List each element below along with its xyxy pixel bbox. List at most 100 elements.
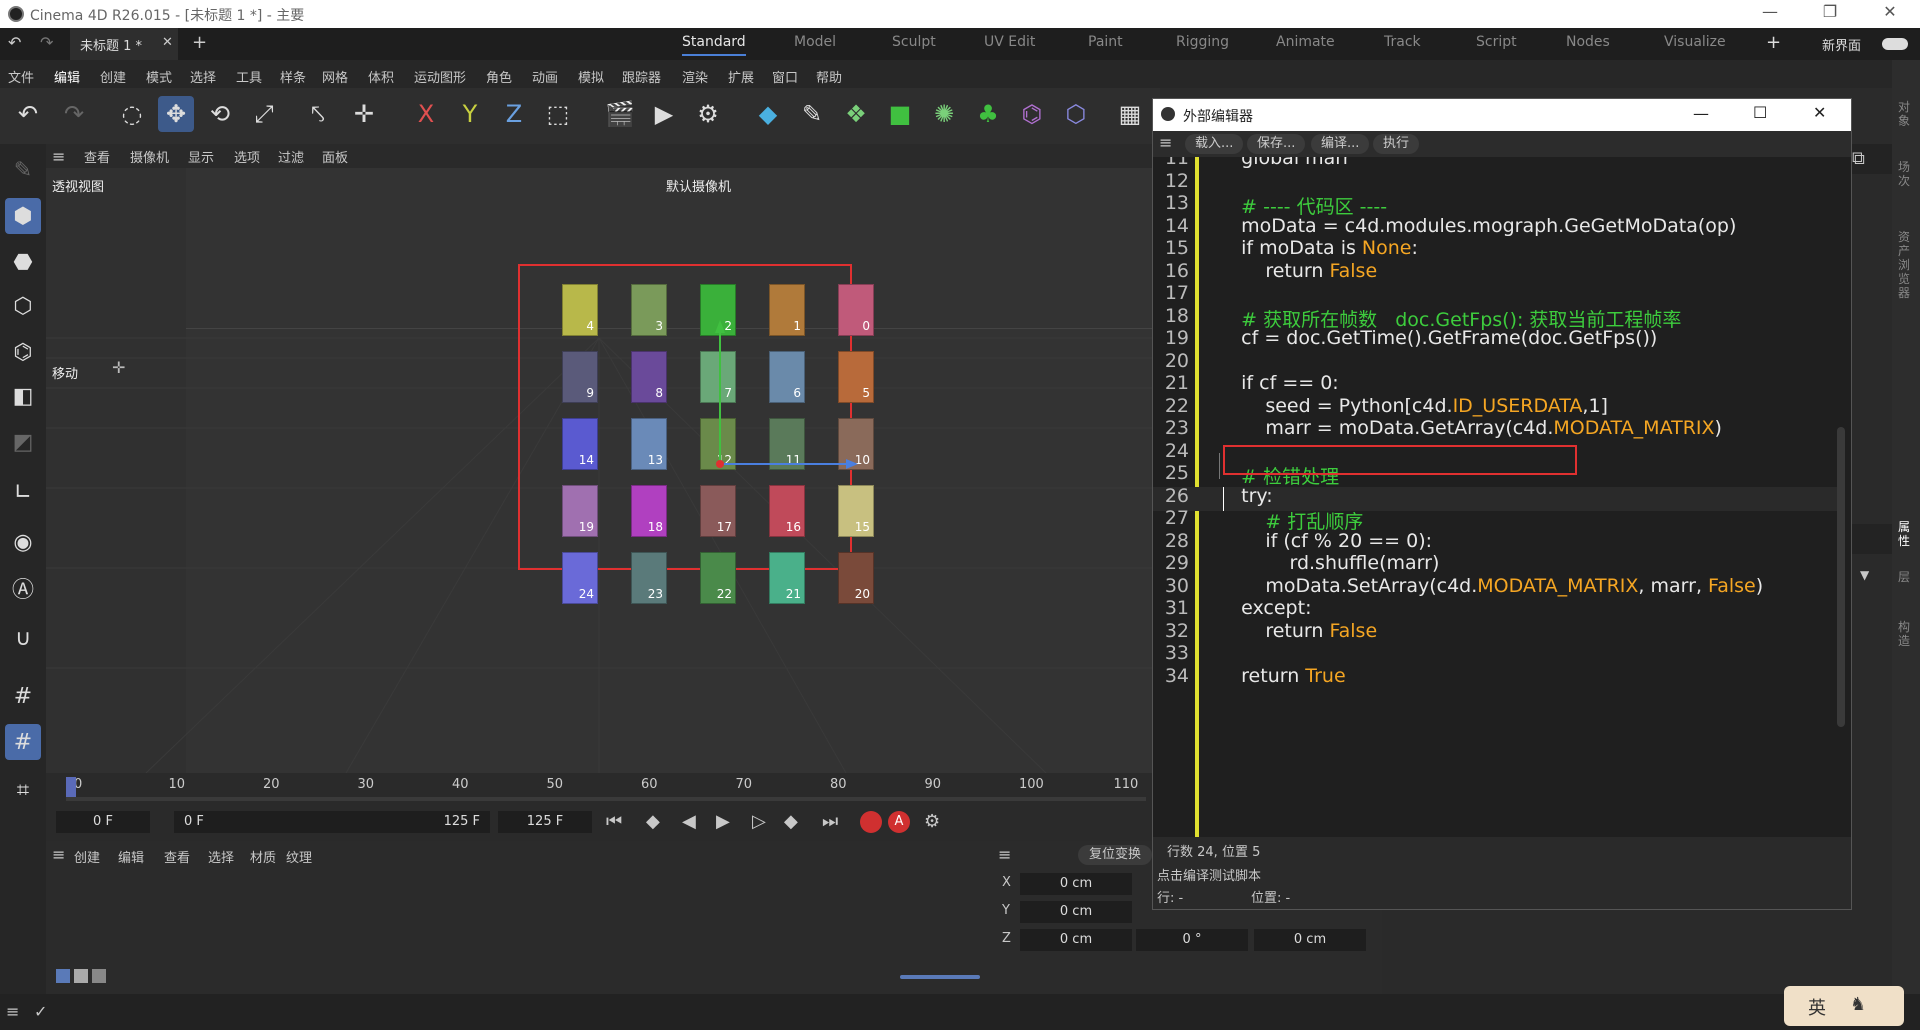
field-icon[interactable]: ⬡	[1058, 96, 1094, 132]
grid-view-icon[interactable]	[74, 969, 88, 983]
close-tab-icon[interactable]: ✕	[162, 35, 173, 50]
layout-tab-paint[interactable]: Paint	[1088, 34, 1123, 50]
layout-tab-script[interactable]: Script	[1476, 34, 1517, 50]
autokey-icon[interactable]: A	[888, 811, 910, 833]
subdivision-icon[interactable]: ❖	[838, 96, 874, 132]
edit-mode-icon[interactable]: ✎	[5, 152, 41, 188]
hamburger-icon[interactable]: ≡	[52, 147, 65, 166]
go-to-start-icon[interactable]: ⏮	[606, 811, 622, 832]
menu-item-17[interactable]: 帮助	[816, 67, 842, 86]
layout-tab-standard[interactable]: Standard	[682, 34, 746, 56]
layout-tab-sculpt[interactable]: Sculpt	[892, 34, 936, 50]
playhead[interactable]	[66, 777, 76, 797]
perspective-viewport[interactable]: 透视视图 默认摄像机 移动 ✛ 4 9 14 19 24 3 8 13 18 23 2 7 12 17 22…	[46, 168, 1152, 773]
cloner-icon[interactable]: ✺	[926, 96, 962, 132]
layout-tab-track[interactable]: Track	[1384, 34, 1421, 50]
editor-menu-icon[interactable]: ≡	[1159, 133, 1172, 152]
material-menu-item-5[interactable]: 纹理	[286, 847, 312, 866]
timeline[interactable]: 0 10 20 30 40 50 60 70 80 90 100 110 0 F 0 F 125 F …	[46, 773, 1152, 841]
material-menu-item-1[interactable]: 编辑	[118, 847, 144, 866]
undo-icon[interactable]: ↶	[10, 96, 46, 132]
material-menu-item-0[interactable]: 创建	[74, 847, 100, 866]
z-axis-lock-icon[interactable]: Z	[496, 96, 532, 132]
code-scrollbar[interactable]	[1837, 427, 1845, 727]
keyframe-settings-icon[interactable]: ⚙	[924, 811, 940, 832]
deformer-icon[interactable]: ⌬	[1014, 96, 1050, 132]
render-view-icon[interactable]: 🎬	[602, 96, 638, 132]
reset-transform-button[interactable]: 复位变换	[1078, 845, 1152, 865]
preview-range[interactable]: 0 F 125 F	[174, 811, 490, 833]
move-tool-icon[interactable]: ✥	[158, 96, 194, 132]
position-field-y[interactable]: 0 cm	[1020, 901, 1132, 923]
menu-item-1[interactable]: 编辑	[54, 67, 80, 86]
end-frame-field[interactable]: 125 F	[498, 811, 592, 833]
viewport-menu-item-5[interactable]: 面板	[322, 147, 348, 166]
solo-icon[interactable]: ◉	[5, 524, 41, 560]
load-button[interactable]: 载入...	[1185, 134, 1244, 154]
material-menu-icon[interactable]: ≡	[52, 845, 65, 864]
magnet-icon[interactable]: ∪	[5, 620, 41, 656]
render-picture-viewer-icon[interactable]: ▶	[646, 96, 682, 132]
workplane-align-icon[interactable]: ⌗	[5, 772, 41, 808]
layout-toggle[interactable]	[1882, 38, 1908, 50]
next-key-icon[interactable]: ◆	[784, 811, 798, 832]
scale-tool-icon[interactable]: ⤢	[246, 96, 282, 132]
menu-item-4[interactable]: 选择	[190, 67, 216, 86]
extrude-generator-icon[interactable]: ■	[882, 96, 918, 132]
position-field-z[interactable]: 0 cm	[1020, 929, 1132, 951]
layout-tab-visualize[interactable]: Visualize	[1664, 34, 1726, 50]
workplane-icon[interactable]: #	[5, 724, 41, 760]
new-layout-label[interactable]: 新界面	[1822, 35, 1861, 54]
menu-item-13[interactable]: 跟踪器	[622, 67, 661, 86]
prev-frame-icon[interactable]: ◀	[682, 811, 696, 832]
grid-snap-icon[interactable]: #	[5, 678, 41, 714]
compile-button[interactable]: 编译...	[1311, 134, 1370, 154]
go-to-end-icon[interactable]: ⏭	[822, 811, 838, 832]
add-layout-icon[interactable]: +	[1766, 32, 1781, 53]
material-menu-item-2[interactable]: 查看	[164, 847, 190, 866]
minimize-button[interactable]: —	[1750, 2, 1790, 21]
texture-mode-icon[interactable]: ⬣	[5, 244, 41, 280]
popout-icon[interactable]: ⧉	[1852, 148, 1865, 169]
layout-tab-animate[interactable]: Animate	[1276, 34, 1335, 50]
right-tab-2[interactable]: 资产浏览器	[1898, 230, 1914, 300]
rotation-field-b[interactable]: 0 °	[1136, 929, 1248, 951]
editor-minimize-button[interactable]: —	[1693, 104, 1709, 123]
model-mode-icon[interactable]: ⬢	[5, 198, 41, 234]
menu-item-3[interactable]: 模式	[146, 67, 172, 86]
menu-item-0[interactable]: 文件	[8, 67, 34, 86]
layout-tab-rigging[interactable]: Rigging	[1176, 34, 1229, 50]
editor-close-button[interactable]: ✕	[1813, 103, 1826, 122]
external-editor-window[interactable]: 外部编辑器 — ☐ ✕ ≡ 载入... 保存... 编译... 执行 11 gl…	[1152, 98, 1852, 910]
execute-button[interactable]: 执行	[1373, 134, 1420, 154]
move-axis-icon[interactable]: ✛	[346, 96, 382, 132]
live-selection-icon[interactable]: ◌	[114, 96, 150, 132]
right-tab-4[interactable]: 层	[1898, 570, 1914, 584]
close-button[interactable]: ✕	[1870, 2, 1910, 21]
menu-item-14[interactable]: 渲染	[682, 67, 708, 86]
x-axis-lock-icon[interactable]: X	[408, 96, 444, 132]
spline-pen-icon[interactable]: ✎	[794, 96, 830, 132]
menu-item-7[interactable]: 网格	[322, 67, 348, 86]
ime-indicator[interactable]: 英 ♞	[1784, 986, 1904, 1026]
right-tab-3[interactable]: 属性	[1898, 520, 1914, 548]
rotate-tool-icon[interactable]: ⟲	[202, 96, 238, 132]
save-button[interactable]: 保存...	[1247, 134, 1306, 154]
restore-button[interactable]: ❐	[1810, 2, 1850, 21]
edge-mode-icon[interactable]: ⌬	[5, 334, 41, 370]
menu-item-15[interactable]: 扩展	[728, 67, 754, 86]
viewport-menu-item-0[interactable]: 查看	[84, 147, 110, 166]
code-editor[interactable]: 11 global marr 12 13 # ---- 代码区 ---- 14 moD…	[1153, 157, 1851, 837]
mograph-icon[interactable]: ♣	[970, 96, 1006, 132]
status-menu-icon[interactable]: ≡	[6, 1002, 19, 1021]
viewport-menu-item-4[interactable]: 过滤	[278, 147, 304, 166]
viewport-menu-item-2[interactable]: 显示	[188, 147, 214, 166]
point-mode-icon[interactable]: ⬡	[5, 288, 41, 324]
right-tab-5[interactable]: 构造	[1898, 620, 1914, 648]
editor-maximize-button[interactable]: ☐	[1753, 103, 1767, 122]
menu-item-9[interactable]: 运动图形	[414, 67, 466, 86]
y-axis-lock-icon[interactable]: Y	[452, 96, 488, 132]
material-menu-item-4[interactable]: 材质	[250, 847, 276, 866]
viewport-layout-icon[interactable]: ▦	[1112, 96, 1148, 132]
zoom-slider[interactable]	[900, 975, 980, 979]
